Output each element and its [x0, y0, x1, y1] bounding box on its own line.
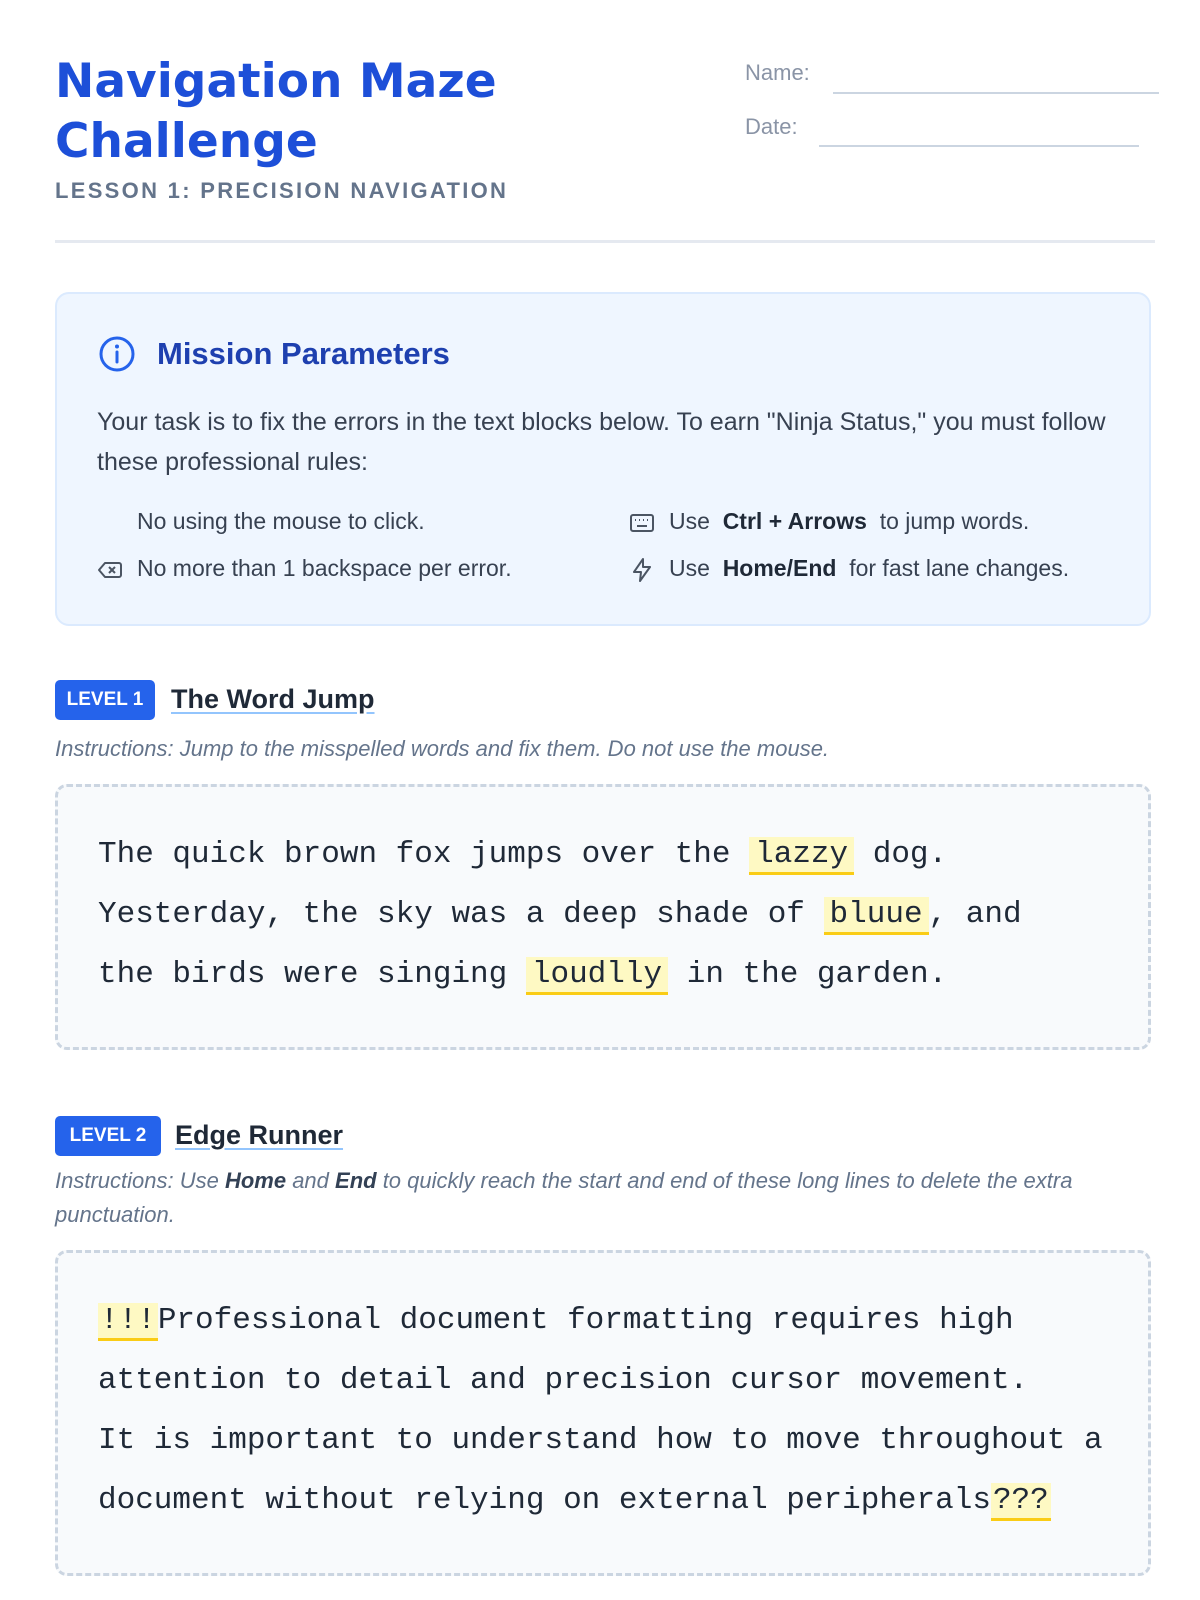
text-line[interactable]: attention to detail and precision cursor…: [98, 1351, 1108, 1411]
error-highlight[interactable]: loudlly: [525, 957, 669, 995]
mission-title: Mission Parameters: [157, 336, 450, 371]
level-badge: LEVEL 2: [55, 1116, 161, 1156]
backspace-icon: [98, 562, 122, 578]
rule-text: No more than 1 backspace per error.: [137, 555, 512, 581]
rule-pre: Use: [669, 555, 710, 581]
rule-text: No using the mouse to click.: [137, 508, 425, 534]
text-line[interactable]: document without relying on external per…: [98, 1471, 1108, 1531]
date-field[interactable]: Date:: [745, 114, 1139, 147]
error-highlight[interactable]: lazzy: [749, 837, 855, 875]
name-label: Name:: [745, 60, 810, 85]
header: Navigation Maze Challenge LESSON 1: PREC…: [55, 0, 1159, 243]
rule-key: Ctrl + Arrows: [722, 508, 867, 534]
rule-key: Home/End: [722, 555, 837, 581]
error-highlight[interactable]: bluue: [823, 897, 929, 935]
date-label: Date:: [745, 114, 798, 139]
error-highlight[interactable]: !!!: [98, 1303, 158, 1341]
text-line[interactable]: It is important to understand how to mov…: [98, 1411, 1108, 1471]
rule-pre: Use: [669, 508, 710, 534]
lesson-subtitle: LESSON 1: PRECISION NAVIGATION: [55, 178, 509, 203]
rule-post: for fast lane changes.: [849, 555, 1070, 581]
rule-post: to jump words.: [879, 508, 1030, 534]
level-instructions: Instructions: Jump to the misspelled wor…: [55, 736, 830, 761]
page-title: Navigation Maze Challenge: [55, 54, 497, 169]
info-icon: [99, 336, 135, 372]
level-title: The Word Jump: [171, 684, 375, 714]
keyboard-icon: [630, 514, 654, 532]
text-block-1[interactable]: The quick brown fox jumps over the lazzy…: [55, 784, 1151, 1050]
text-line[interactable]: !!!Professional document formatting requ…: [98, 1291, 1108, 1351]
name-line[interactable]: [833, 92, 1159, 94]
level-instructions: Instructions: Use Home and End to quickl…: [55, 1168, 1073, 1227]
text-line[interactable]: The quick brown fox jumps over the lazzy…: [98, 825, 1108, 885]
error-highlight[interactable]: ???: [990, 1483, 1051, 1521]
text-block-2[interactable]: !!!Professional document formatting requ…: [55, 1250, 1151, 1576]
mission-description: Your task is to fix the errors in the te…: [97, 408, 1106, 476]
level-badge: LEVEL 1: [55, 680, 155, 720]
mission-parameters-box: Mission Parameters Your task is to fix t…: [55, 292, 1151, 626]
text-line[interactable]: Yesterday, the sky was a deep shade of b…: [98, 885, 1108, 945]
date-line[interactable]: [819, 145, 1139, 147]
level-title: Edge Runner: [175, 1120, 344, 1150]
lightning-icon: [633, 558, 651, 582]
worksheet-page: Navigation Maze Challenge LESSON 1: PREC…: [55, 0, 1159, 1576]
name-field[interactable]: Name:: [745, 60, 1159, 94]
text-line[interactable]: the birds were singing loudlly in the ga…: [98, 945, 1108, 1005]
